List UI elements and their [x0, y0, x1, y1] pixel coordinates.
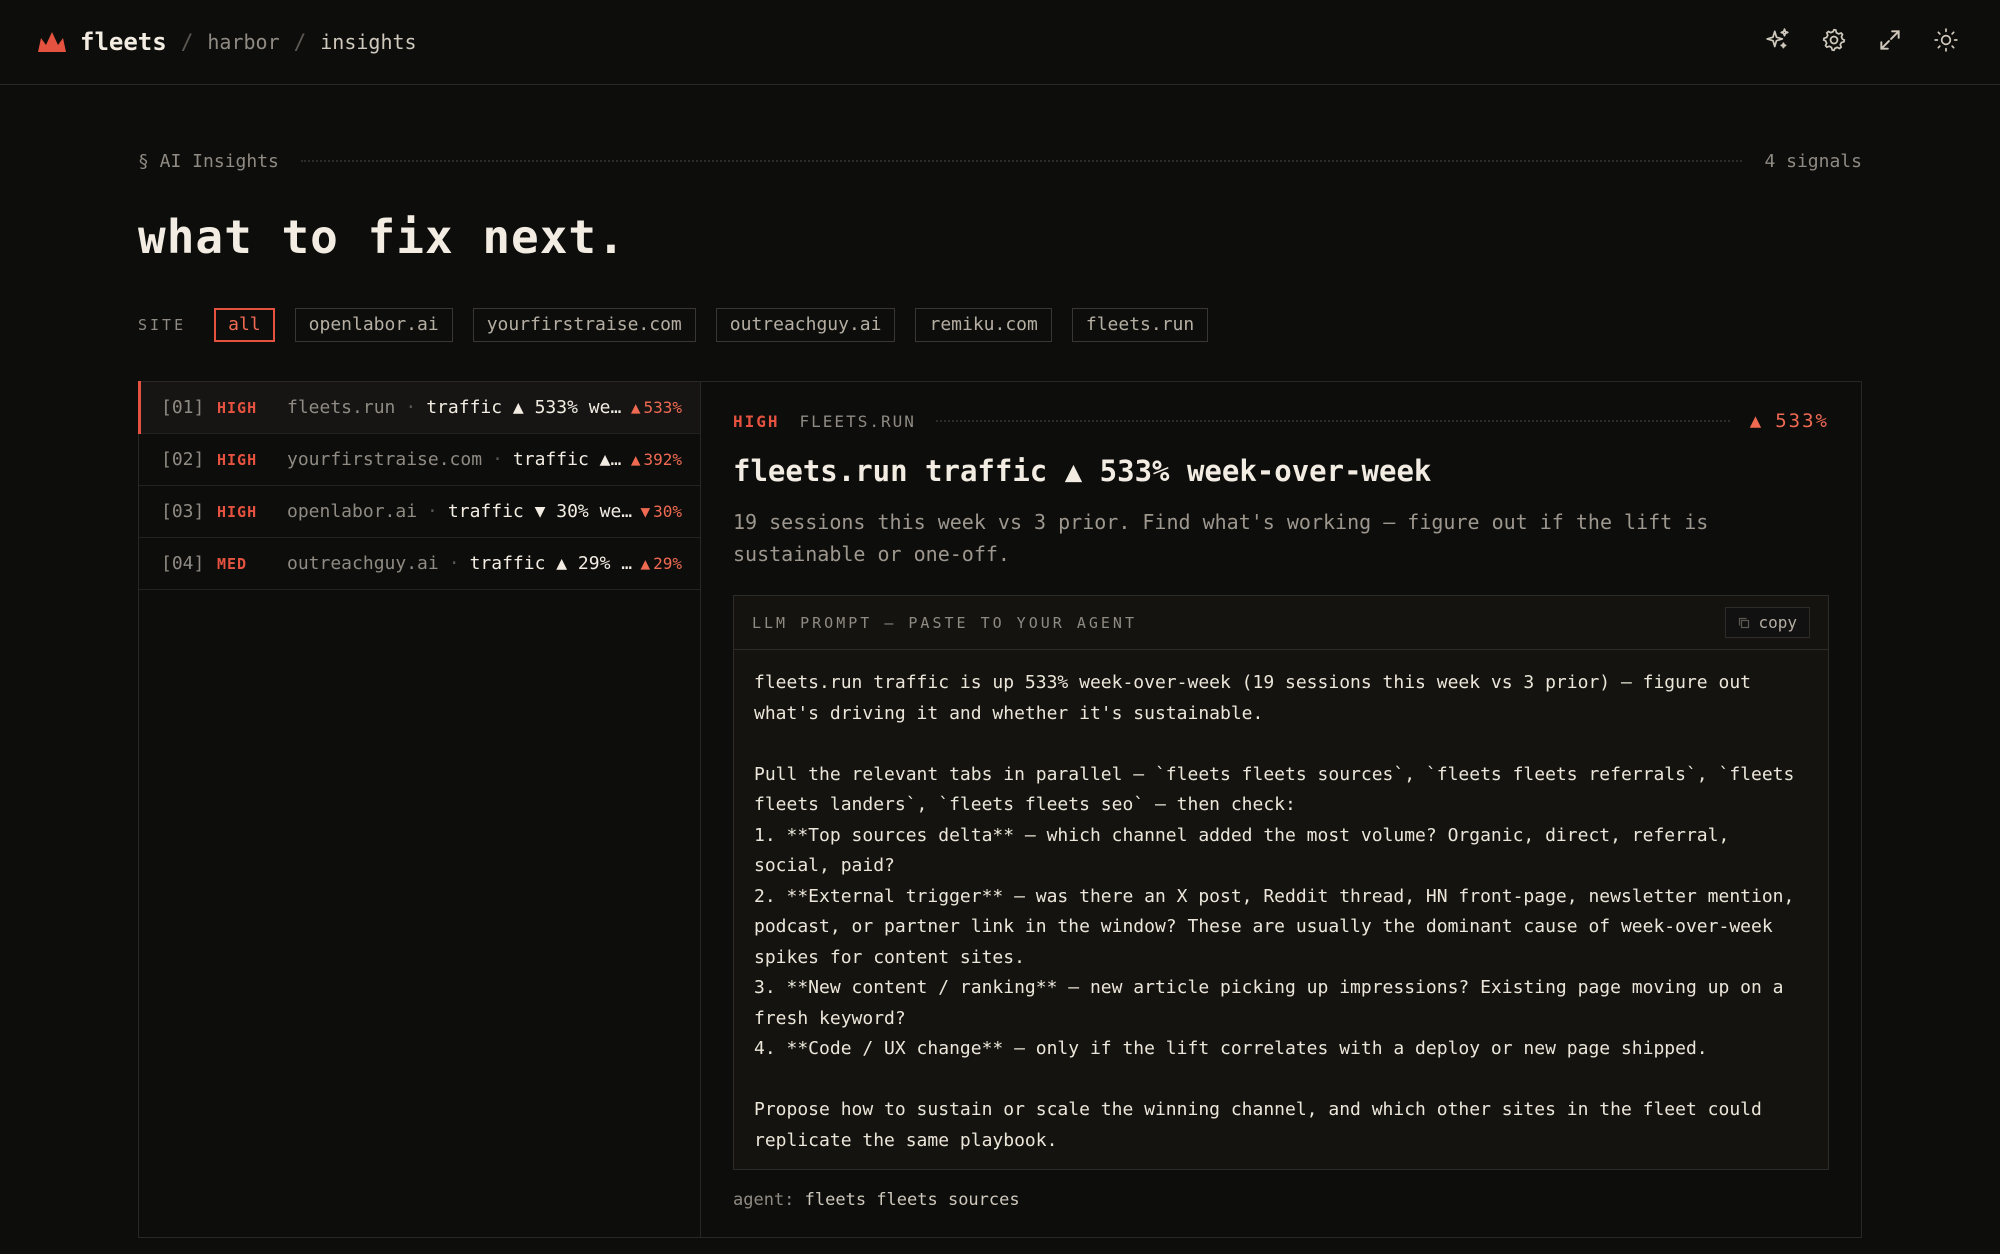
detail-title: fleets.run traffic ▲ 533% week-over-week	[733, 454, 1432, 488]
llm-prompt-box: LLM PROMPT — PASTE TO YOUR AGENT copy fl…	[733, 595, 1829, 1170]
filter-chip-openlabor[interactable]: openlabor.ai	[294, 308, 453, 342]
insight-list: [01] HIGH fleets.run · traffic ▲ 533% we…	[138, 381, 701, 1237]
prompt-header: LLM PROMPT — PASTE TO YOUR AGENT copy	[734, 596, 1828, 650]
insight-row[interactable]: [01] HIGH fleets.run · traffic ▲ 533% we…	[138, 381, 700, 434]
sun-icon[interactable]	[1932, 26, 1960, 54]
insight-site: outreachguy.ai	[287, 553, 439, 574]
insight-delta: ▼ 30%	[640, 502, 682, 521]
insight-site: openlabor.ai	[287, 501, 418, 522]
arrow-up-icon: ▲	[1749, 410, 1764, 432]
signals-count: 4 signals	[1764, 150, 1862, 172]
breadcrumb-separator: /	[293, 30, 307, 54]
insight-site: fleets.run	[287, 397, 396, 418]
arrow-up-icon: ▲	[630, 398, 641, 417]
section-header: § AI Insights 4 signals	[138, 148, 1862, 174]
arrow-up-icon: ▲	[630, 450, 641, 469]
dotted-divider	[935, 420, 1730, 422]
insight-delta: ▲ 533%	[630, 398, 682, 417]
detail-delta: ▲ 533%	[1749, 410, 1829, 432]
detail-header: HIGH FLEETS.RUN ▲ 533%	[733, 408, 1829, 434]
breadcrumb-harbor[interactable]: harbor	[207, 30, 279, 54]
insight-row[interactable]: [04] MED outreachguy.ai · traffic ▲ 29% …	[139, 538, 700, 590]
top-bar: fleets / harbor / insights	[0, 0, 2000, 85]
filter-chip-fleets[interactable]: fleets.run	[1071, 308, 1209, 342]
insight-index: [02]	[161, 449, 205, 470]
page-title: what to fix next.	[138, 210, 626, 264]
insight-summary: traffic ▲ 29% week-over-week	[469, 553, 633, 574]
insight-summary: traffic ▲ 392% week-over-week	[512, 449, 623, 470]
severity-badge: HIGH	[217, 450, 258, 469]
detail-severity: HIGH	[733, 411, 780, 431]
insight-delta: ▲ 29%	[640, 554, 682, 573]
fleets-logo-icon	[38, 32, 66, 52]
toolbar	[1764, 26, 1960, 54]
detail-site: FLEETS.RUN	[799, 411, 916, 431]
filter-chip-outreachguy[interactable]: outreachguy.ai	[715, 308, 896, 342]
prompt-text[interactable]: fleets.run traffic is up 533% week-over-…	[734, 650, 1828, 1174]
insight-delta: ▲ 392%	[630, 450, 682, 469]
severity-badge: HIGH	[217, 398, 258, 417]
insight-row[interactable]: [03] HIGH openlabor.ai · traffic ▼ 30% w…	[139, 486, 700, 538]
expand-icon[interactable]	[1876, 26, 1904, 54]
agent-command-text[interactable]: fleets fleets sources	[805, 1190, 1020, 1210]
site-filter-label: SITE	[138, 316, 187, 334]
copy-button[interactable]: copy	[1725, 607, 1810, 638]
copy-icon	[1739, 617, 1750, 628]
filter-chip-yourfirstraise[interactable]: yourfirstraise.com	[472, 308, 696, 342]
filter-chip-all[interactable]: all	[214, 308, 275, 342]
insight-index: [04]	[161, 553, 205, 574]
insights-panel: [01] HIGH fleets.run · traffic ▲ 533% we…	[138, 381, 1862, 1238]
brand-name[interactable]: fleets	[80, 28, 167, 56]
detail-description: 19 sessions this week vs 3 prior. Find w…	[733, 510, 1709, 566]
filter-chip-remiku[interactable]: remiku.com	[915, 308, 1052, 342]
gear-icon[interactable]	[1820, 26, 1848, 54]
section-label: § AI Insights	[138, 150, 279, 172]
severity-badge: MED	[217, 554, 248, 573]
insight-row[interactable]: [02] HIGH yourfirstraise.com · traffic ▲…	[139, 434, 700, 486]
insight-index: [01]	[161, 397, 205, 418]
sparkles-icon[interactable]	[1764, 26, 1792, 54]
dotted-divider	[300, 160, 1743, 162]
site-filter: SITE all openlabor.ai yourfirstraise.com…	[138, 308, 1209, 342]
breadcrumb-insights: insights	[320, 30, 417, 54]
arrow-up-icon: ▲	[640, 554, 651, 573]
agent-command: agent: fleets fleets sources	[733, 1190, 1020, 1210]
insight-summary: traffic ▼ 30% week-over-week	[447, 501, 633, 522]
insight-site: yourfirstraise.com	[287, 449, 483, 470]
prompt-label: LLM PROMPT — PASTE TO YOUR AGENT	[752, 613, 1137, 632]
severity-badge: HIGH	[217, 502, 258, 521]
breadcrumb-separator: /	[180, 30, 194, 54]
insight-index: [03]	[161, 501, 205, 522]
arrow-down-icon: ▼	[640, 502, 651, 521]
insight-summary: traffic ▲ 533% week-over-week	[426, 397, 623, 418]
insight-detail: HIGH FLEETS.RUN ▲ 533% fleets.run traffic…	[701, 382, 1861, 1237]
